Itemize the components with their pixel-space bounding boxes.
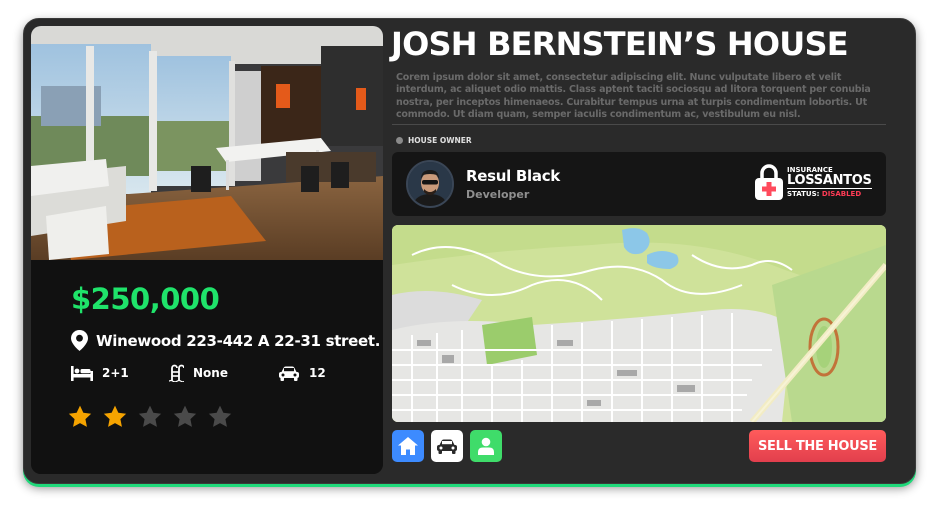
star-filled-icon[interactable] — [67, 404, 93, 430]
house-details: $250,000 Winewood 223-442 A 22-31 street… — [31, 260, 383, 474]
owner-card: Resul Black Developer INSURANCE LOSSANTO… — [392, 152, 886, 216]
pool-ladder-icon — [169, 364, 184, 382]
house-stats: 2+1 None 12 — [71, 364, 326, 382]
garage-stat: 12 — [278, 366, 326, 381]
star-filled-icon[interactable] — [102, 404, 128, 430]
address-text: Winewood 223-442 A 22-31 street. — [96, 331, 381, 350]
star-empty-icon[interactable] — [207, 404, 233, 430]
garage-tab-button[interactable] — [431, 430, 463, 462]
owner-section-label: HOUSE OWNER — [396, 136, 472, 145]
owner-section-label-text: HOUSE OWNER — [408, 136, 472, 145]
owner-tab-button[interactable] — [470, 430, 502, 462]
insurance-badge: INSURANCE LOSSANTOS STATUS: DISABLED — [755, 164, 872, 204]
insurance-company: LOSSANTOS — [787, 173, 872, 189]
house-price: $250,000 — [71, 282, 220, 316]
avatar-portrait — [408, 162, 452, 206]
insurance-status-label: STATUS: — [787, 190, 820, 198]
bed-icon — [71, 365, 93, 381]
insurance-status-value: DISABLED — [821, 190, 862, 198]
house-address: Winewood 223-442 A 22-31 street. — [71, 330, 380, 351]
garage-value: 12 — [309, 366, 326, 380]
pool-stat: None — [169, 364, 278, 382]
car-icon — [279, 366, 299, 381]
pool-value: None — [193, 366, 228, 380]
divider — [392, 124, 886, 125]
owner-name: Resul Black — [466, 167, 560, 185]
bedrooms-stat: 2+1 — [71, 365, 169, 381]
lock-icon — [755, 164, 783, 200]
home-tab-button[interactable] — [392, 430, 424, 462]
star-empty-icon[interactable] — [137, 404, 163, 430]
bullet-dot — [396, 137, 403, 144]
insurance-text: INSURANCE LOSSANTOS STATUS: DISABLED — [787, 166, 872, 199]
bedrooms-value: 2+1 — [102, 366, 129, 380]
map-graphic — [392, 225, 886, 422]
rating-stars — [67, 404, 233, 430]
owner-avatar — [406, 160, 454, 208]
home-icon — [398, 437, 418, 455]
house-description: Corem ipsum dolor sit amet, consectetur … — [396, 72, 871, 120]
insurance-status: STATUS: DISABLED — [787, 189, 872, 199]
star-empty-icon[interactable] — [172, 404, 198, 430]
user-icon — [478, 437, 494, 455]
owner-role: Developer — [466, 188, 530, 201]
car-icon — [437, 439, 457, 454]
map-pin-icon — [71, 330, 88, 351]
house-title: JOSH BERNSTEIN’S HOUSE — [391, 25, 849, 63]
house-card: $250,000 Winewood 223-442 A 22-31 street… — [23, 18, 916, 484]
house-interior-photo — [31, 26, 383, 260]
sell-house-button[interactable]: SELL THE HOUSE — [749, 430, 886, 462]
house-overview-panel: $250,000 Winewood 223-442 A 22-31 street… — [31, 26, 383, 474]
location-map[interactable] — [392, 225, 886, 422]
